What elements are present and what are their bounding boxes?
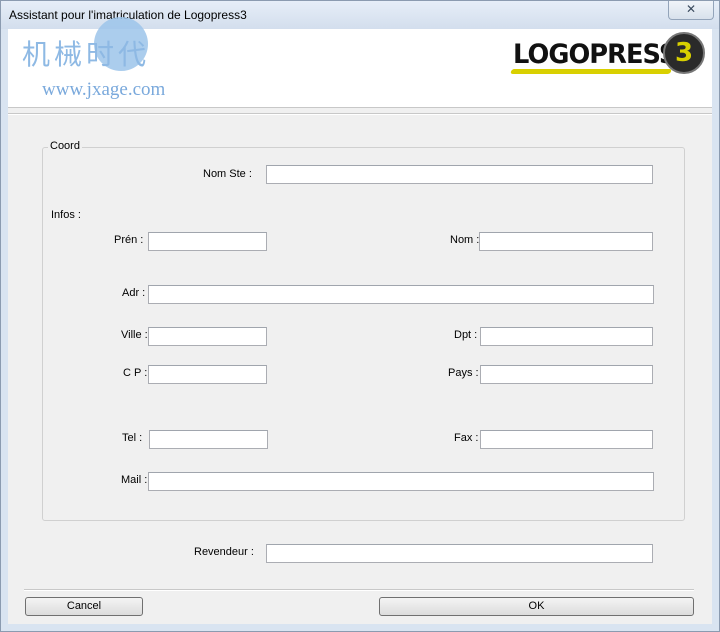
prenom-field[interactable] bbox=[148, 232, 267, 251]
registration-dialog: Assistant pour l'imatriculation de Logop… bbox=[0, 0, 720, 632]
close-icon: ✕ bbox=[685, 2, 697, 16]
revendeur-label: Revendeur : bbox=[194, 546, 254, 558]
footer-separator bbox=[24, 589, 694, 591]
cancel-button[interactable]: Cancel bbox=[25, 597, 143, 616]
watermark-text: 机械时代 bbox=[22, 38, 151, 71]
adr-label: Adr : bbox=[122, 287, 146, 299]
group-label: Coord bbox=[48, 140, 82, 152]
revendeur-field[interactable] bbox=[266, 544, 653, 563]
infos-label: Infos : bbox=[51, 209, 81, 221]
adr-field[interactable] bbox=[148, 285, 654, 304]
logo-badge-icon: 3 bbox=[663, 32, 705, 74]
ville-field[interactable] bbox=[148, 327, 267, 346]
dpt-field[interactable] bbox=[480, 327, 653, 346]
close-button[interactable]: ✕ bbox=[668, 1, 714, 20]
nom-ste-field[interactable] bbox=[266, 165, 653, 184]
nom-field[interactable] bbox=[479, 232, 653, 251]
prenom-label: Prén : bbox=[114, 234, 144, 246]
dpt-label: Dpt : bbox=[454, 329, 478, 341]
watermark-url: www.jxage.com bbox=[42, 79, 166, 100]
header-banner: 机械时代 www.jxage.com LOGOPRESS 3 bbox=[8, 17, 712, 108]
mail-label: Mail : bbox=[121, 474, 148, 486]
dialog-client-area: 机械时代 www.jxage.com LOGOPRESS 3 Coord Nom… bbox=[8, 17, 712, 624]
ok-button[interactable]: OK bbox=[379, 597, 694, 616]
nom-label: Nom : bbox=[450, 234, 480, 246]
mail-field[interactable] bbox=[148, 472, 654, 491]
fax-label: Fax : bbox=[454, 432, 479, 444]
nom-ste-label: Nom Ste : bbox=[203, 168, 252, 180]
pays-label: Pays : bbox=[448, 367, 479, 379]
pays-field[interactable] bbox=[480, 365, 653, 384]
fax-field[interactable] bbox=[480, 430, 653, 449]
tel-field[interactable] bbox=[149, 430, 268, 449]
cp-label: C P : bbox=[123, 367, 148, 379]
tel-label: Tel : bbox=[122, 432, 143, 444]
logopress-logo: LOGOPRESS bbox=[513, 39, 677, 70]
ville-label: Ville : bbox=[121, 329, 148, 341]
banner-separator bbox=[8, 113, 712, 115]
cp-field[interactable] bbox=[148, 365, 267, 384]
